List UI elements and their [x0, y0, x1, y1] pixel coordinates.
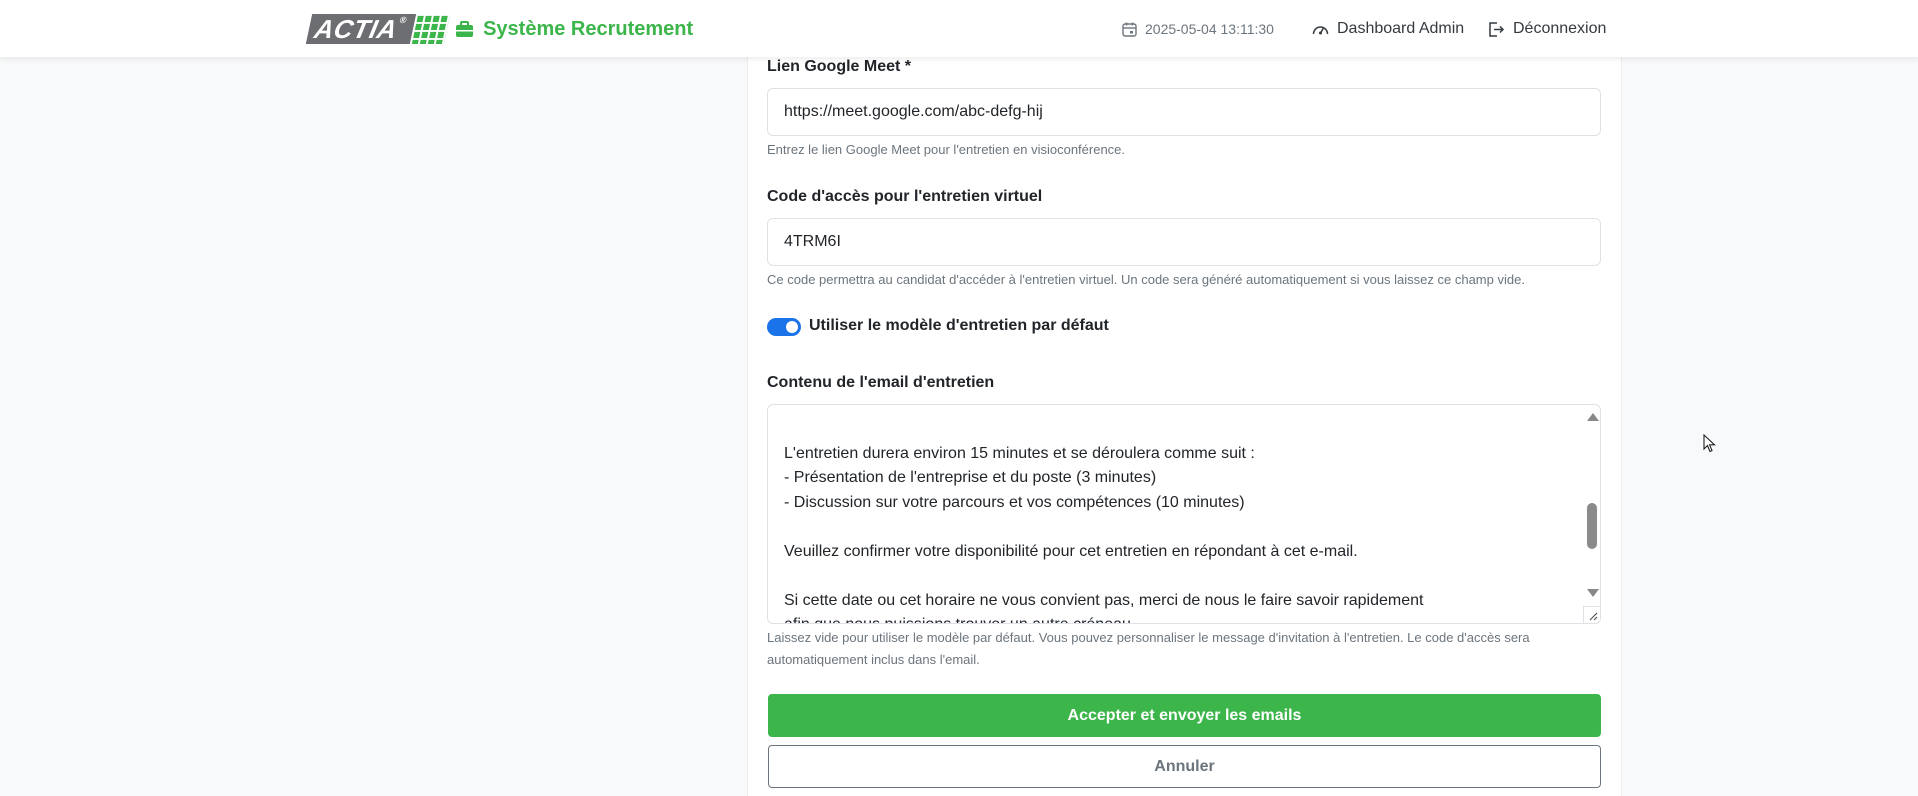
top-navbar: ACTIA ® Système Recrutement 2025-05-04 13…	[0, 0, 1918, 57]
email-line: Veuillez confirmer votre disponibilité p…	[784, 542, 1358, 560]
email-line: L'entretien durera environ 15 minutes et…	[784, 444, 1255, 462]
logo-grid-mark	[411, 14, 451, 44]
briefcase-icon	[455, 19, 475, 39]
mouse-pointer-icon	[1703, 433, 1717, 459]
toggle-knob	[786, 321, 798, 333]
email-content-help: Laissez vide pour utiliser le modèle par…	[767, 627, 1530, 671]
logout-label: Déconnexion	[1513, 20, 1607, 37]
email-line: afin que nous puissions trouver un autre…	[784, 613, 1574, 623]
current-datetime: 2025-05-04 13:11:30	[1122, 18, 1274, 40]
accept-send-emails-button[interactable]: Accepter et envoyer les emails	[768, 694, 1601, 737]
logo-registered-mark: ®	[398, 15, 409, 25]
speedometer-icon	[1312, 25, 1329, 34]
email-line: - Discussion sur votre parcours et vos c…	[784, 493, 1245, 511]
app-title: Système Recrutement	[483, 17, 694, 40]
logout-link[interactable]: Déconnexion	[1488, 18, 1606, 40]
email-line	[784, 417, 1574, 442]
resize-handle-icon[interactable]	[1583, 606, 1600, 623]
google-meet-help: Entrez le lien Google Meet pour l'entret…	[767, 142, 1126, 157]
dashboard-admin-link[interactable]: Dashboard Admin	[1312, 18, 1464, 40]
email-line: Si cette date ou cet horaire ne vous con…	[784, 591, 1424, 609]
datetime-text: 2025-05-04 13:11:30	[1145, 21, 1274, 37]
google-meet-input[interactable]	[767, 88, 1601, 136]
scroll-up-arrow-icon[interactable]	[1587, 413, 1599, 421]
default-template-toggle[interactable]	[767, 318, 801, 336]
logo-text: ACTIA	[311, 14, 401, 44]
actia-logo: ACTIA ®	[305, 14, 451, 44]
email-line: - Présentation de l'entreprise et du pos…	[784, 469, 1157, 486]
default-template-label[interactable]: Utiliser le modèle d'entretien par défau…	[809, 317, 1109, 335]
logout-icon	[1489, 21, 1505, 37]
textarea-scrollbar[interactable]	[1583, 405, 1600, 608]
email-content-help-line2: automatiquement inclus dans l'email.	[767, 652, 980, 667]
scroll-thumb[interactable]	[1587, 503, 1597, 549]
scroll-down-arrow-icon[interactable]	[1587, 589, 1599, 597]
logo-wordmark: ACTIA ®	[305, 14, 417, 44]
calendar-icon	[1122, 22, 1137, 37]
cancel-button[interactable]: Annuler	[768, 745, 1601, 788]
email-content-help-line1: Laissez vide pour utiliser le modèle par…	[767, 630, 1530, 645]
dashboard-admin-label: Dashboard Admin	[1337, 20, 1465, 37]
email-line	[784, 564, 1574, 589]
email-content-label: Contenu de l'email d'entretien	[767, 374, 995, 391]
access-code-label: Code d'accès pour l'entretien virtuel	[767, 188, 1043, 205]
email-content-text[interactable]: L'entretien durera environ 15 minutes et…	[784, 417, 1574, 624]
brand[interactable]: ACTIA ® Système Recrutement	[305, 13, 694, 45]
google-meet-label: Lien Google Meet *	[767, 58, 912, 75]
access-code-input[interactable]	[767, 218, 1601, 266]
access-code-help: Ce code permettra au candidat d'accéder …	[767, 272, 1525, 287]
email-line	[784, 515, 1574, 540]
email-content-textarea[interactable]: L'entretien durera environ 15 minutes et…	[767, 404, 1601, 624]
